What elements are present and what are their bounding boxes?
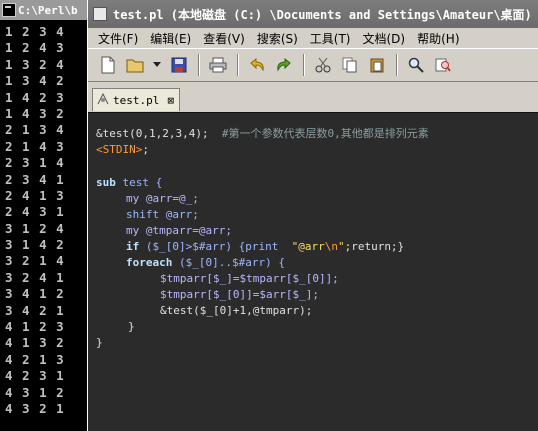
console-title: C:\Perl\b [18, 3, 78, 17]
code-text: ;return;} [344, 240, 405, 253]
menu-search[interactable]: 搜索(S) [257, 30, 298, 47]
new-file-icon[interactable] [96, 53, 120, 77]
console-output: 1 2 3 41 2 4 31 3 2 41 3 4 21 4 2 31 4 3… [5, 24, 65, 417]
console-titlebar[interactable]: C:\Perl\b [0, 0, 90, 20]
code-text: ($_[0]>$#arr) {print [145, 240, 279, 253]
menu-tools[interactable]: 工具(T) [310, 30, 351, 47]
print-icon[interactable] [206, 53, 230, 77]
code-line-9: foreach ($_[0]..$#arr) { [126, 255, 285, 271]
console-line: 3 2 1 4 [5, 253, 65, 269]
perl-file-icon [97, 92, 109, 108]
save-icon[interactable] [167, 53, 191, 77]
console-line: 3 1 4 2 [5, 237, 65, 253]
toolbar [88, 48, 538, 82]
code-line-14: } [96, 335, 103, 351]
code-text: $tmparr[$_[0]]=$arr[$_]; [160, 288, 319, 301]
menu-file[interactable]: 文件(F) [98, 30, 138, 47]
menu-bar: 文件(F) 编辑(E) 查看(V) 搜索(S) 工具(T) 文档(D) 帮助(H… [88, 28, 538, 48]
code-line-6: shift @arr; [126, 207, 199, 223]
code-text: ($_[0]..$#arr) { [178, 256, 285, 269]
redo-icon[interactable] [272, 53, 296, 77]
code-line-7: my @tmparr=@arr; [126, 223, 232, 239]
toolbar-separator [396, 54, 398, 76]
console-line: 2 4 1 3 [5, 187, 65, 203]
toolbar-separator [237, 54, 239, 76]
code-editor[interactable]: &test(0,1,2,3,4); #第一个参数代表层数0,其他都是排列元素 <… [88, 112, 538, 431]
menu-edit[interactable]: 编辑(E) [150, 30, 191, 47]
code-call: &test(0,1,2,3,4); [96, 127, 209, 140]
code-line-13: } [128, 319, 135, 335]
console-line: 2 1 4 3 [5, 138, 65, 154]
editor-window: test.pl (本地磁盘 (C:) \Documents and Settin… [87, 0, 538, 431]
replace-icon[interactable] [431, 53, 455, 77]
code-string: "@arr [291, 240, 325, 253]
console-line: 4 1 2 3 [5, 319, 65, 335]
console-line: 3 2 4 1 [5, 269, 65, 285]
open-file-icon[interactable] [123, 53, 147, 77]
menu-view[interactable]: 查看(V) [203, 30, 245, 47]
tab-close-icon[interactable]: ⊠ [167, 94, 174, 107]
code-line-1: &test(0,1,2,3,4); #第一个参数代表层数0,其他都是排列元素 [96, 126, 429, 142]
code-sub-name: test { [122, 176, 163, 189]
console-line: 4 2 1 3 [5, 351, 65, 367]
console-line: 2 1 3 4 [5, 122, 65, 138]
console-line: 4 3 2 1 [5, 400, 65, 416]
editor-titlebar[interactable]: test.pl (本地磁盘 (C:) \Documents and Settin… [88, 0, 538, 28]
tab-test-pl[interactable]: test.pl ⊠ [92, 88, 180, 111]
console-window: C:\Perl\b 1 2 3 41 2 4 31 3 2 41 3 4 21 … [0, 0, 90, 431]
menu-document[interactable]: 文档(D) [363, 30, 406, 47]
code-text: my @arr=@_; [126, 192, 199, 205]
console-line: 4 2 3 1 [5, 368, 65, 384]
console-line: 1 3 4 2 [5, 73, 65, 89]
code-line-11: $tmparr[$_[0]]=$arr[$_]; [160, 287, 319, 303]
toolbar-separator [303, 54, 305, 76]
editor-app-icon [93, 7, 107, 21]
console-line: 2 4 3 1 [5, 204, 65, 220]
copy-icon[interactable] [338, 53, 362, 77]
console-line: 1 3 2 4 [5, 56, 65, 72]
console-line: 1 4 2 3 [5, 89, 65, 105]
code-string-end: " [337, 240, 345, 253]
find-icon[interactable] [404, 53, 428, 77]
console-line: 3 4 1 2 [5, 286, 65, 302]
code-if-keyword: if [126, 240, 140, 253]
code-text: shift @arr; [126, 208, 199, 221]
code-line-4: sub test { [96, 175, 162, 191]
tab-bar: test.pl ⊠ [88, 82, 538, 112]
console-line: 2 3 4 1 [5, 171, 65, 187]
code-text: my @tmparr=@arr; [126, 224, 232, 237]
open-dropdown-icon[interactable] [150, 53, 164, 77]
editor-title: test.pl (本地磁盘 (C:) \Documents and Settin… [113, 7, 532, 22]
menu-help[interactable]: 帮助(H) [417, 30, 459, 47]
code-text: } [96, 336, 103, 349]
code-text: &test($_[0]+1,@tmparr); [160, 304, 313, 317]
tab-label: test.pl [113, 93, 160, 107]
code-escape: \n [324, 240, 338, 253]
cut-icon[interactable] [311, 53, 335, 77]
code-stdin: <STDIN> [96, 143, 143, 156]
code-line-8: if ($_[0]>$#arr) {print "@arr\n";return;… [126, 239, 404, 255]
code-foreach-keyword: foreach [126, 256, 173, 269]
console-line: 3 4 2 1 [5, 302, 65, 318]
toolbar-separator [198, 54, 200, 76]
code-line-10: $tmparr[$_]=$tmparr[$_[0]]; [160, 271, 339, 287]
code-text: $tmparr[$_]=$tmparr[$_[0]]; [160, 272, 339, 285]
paste-icon[interactable] [365, 53, 389, 77]
console-line: 2 3 1 4 [5, 155, 65, 171]
code-line-5: my @arr=@_; [126, 191, 199, 207]
console-line: 1 2 3 4 [5, 24, 65, 39]
console-line: 3 1 2 4 [5, 220, 65, 236]
console-line: 1 4 3 2 [5, 105, 65, 121]
console-line: 4 1 3 2 [5, 335, 65, 351]
console-line: 4 3 1 2 [5, 384, 65, 400]
console-line: 1 2 4 3 [5, 40, 65, 56]
code-semicolon: ; [142, 143, 149, 156]
code-line-12: &test($_[0]+1,@tmparr); [160, 303, 312, 319]
undo-icon[interactable] [245, 53, 269, 77]
code-line-2: <STDIN>; [96, 142, 149, 158]
console-app-icon [2, 3, 16, 17]
code-text: } [128, 320, 135, 333]
code-comment: #第一个参数代表层数0,其他都是排列元素 [221, 127, 429, 140]
code-sub-keyword: sub [96, 176, 116, 189]
